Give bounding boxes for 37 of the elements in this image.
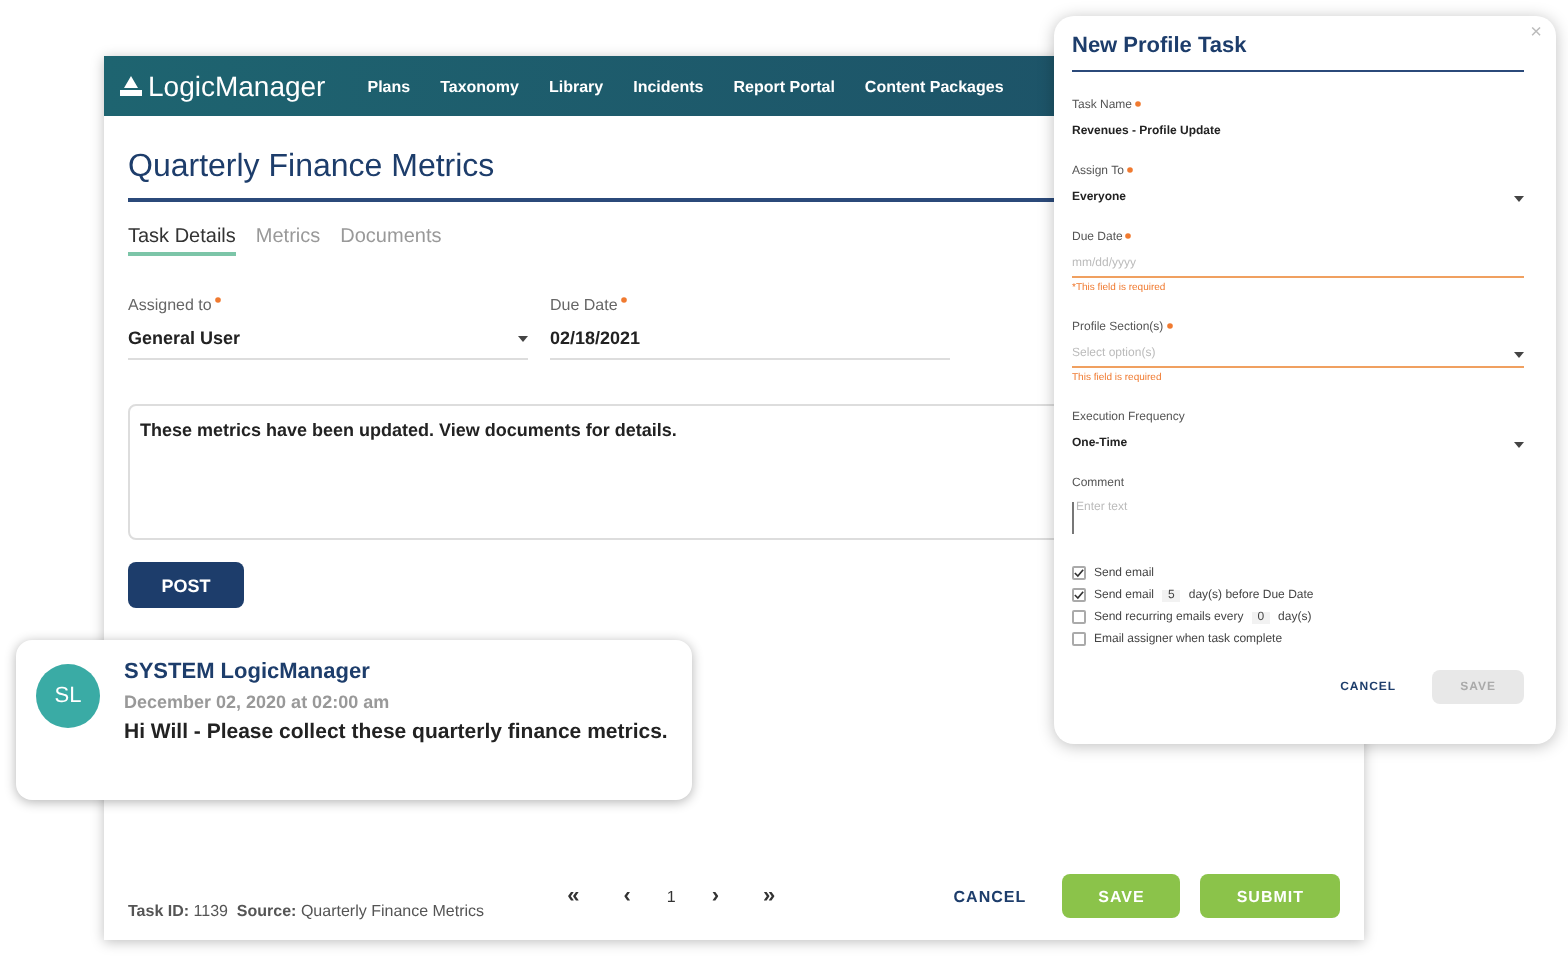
field-label: Due Date <box>550 296 618 314</box>
nav-link[interactable]: Plans <box>367 77 411 95</box>
checkbox[interactable] <box>1072 610 1086 624</box>
text-button[interactable]: CANCEL <box>937 874 1043 918</box>
nav-link[interactable]: Report Portal <box>733 77 835 95</box>
logo-icon <box>120 76 142 96</box>
field-label: Assigned to <box>128 296 212 314</box>
post-button[interactable]: POST <box>128 562 244 608</box>
logo-text: LogicManager <box>148 70 326 102</box>
task-info: Task ID: 1139 Source: Quarterly Finance Metrics <box>128 901 487 919</box>
field-value: 02/18/2021 <box>550 328 641 348</box>
modal-title: New Profile Task <box>1072 32 1524 72</box>
nav-link[interactable]: Incidents <box>633 77 704 95</box>
checkbox[interactable] <box>1072 632 1086 646</box>
avatar: SL <box>36 664 100 728</box>
input-field[interactable]: Due Date 02/18/2021 <box>550 296 950 360</box>
caret-icon <box>518 335 528 341</box>
nav-link[interactable]: Content Packages <box>864 77 1004 95</box>
nav-link[interactable]: Library <box>549 77 604 95</box>
message-date: December 02, 2020 at 02:00 am <box>124 692 392 712</box>
checkbox[interactable] <box>1072 588 1086 602</box>
caret-icon <box>1514 195 1524 201</box>
last-page-button[interactable]: » <box>755 884 784 908</box>
previous-page-button[interactable]: ‹ <box>615 884 639 908</box>
field-value: General User <box>128 328 241 348</box>
message-text: Hi Will - Please collect these quarterly finance metrics. <box>124 720 668 744</box>
select-field[interactable]: Assigned to General User <box>128 296 528 360</box>
first-page-button[interactable]: « <box>559 884 588 908</box>
caret-icon <box>1514 441 1524 447</box>
page-title: Quarterly Finance Metrics <box>128 150 495 188</box>
tab[interactable]: Task Details <box>128 222 236 256</box>
caret-icon <box>1514 351 1524 357</box>
message-author: SYSTEM LogicManager <box>124 660 372 684</box>
page-number: 1 <box>666 887 676 905</box>
next-page-button[interactable]: › <box>703 884 728 908</box>
checkbox[interactable] <box>1072 566 1086 580</box>
nav-link[interactable]: Taxonomy <box>440 77 519 95</box>
